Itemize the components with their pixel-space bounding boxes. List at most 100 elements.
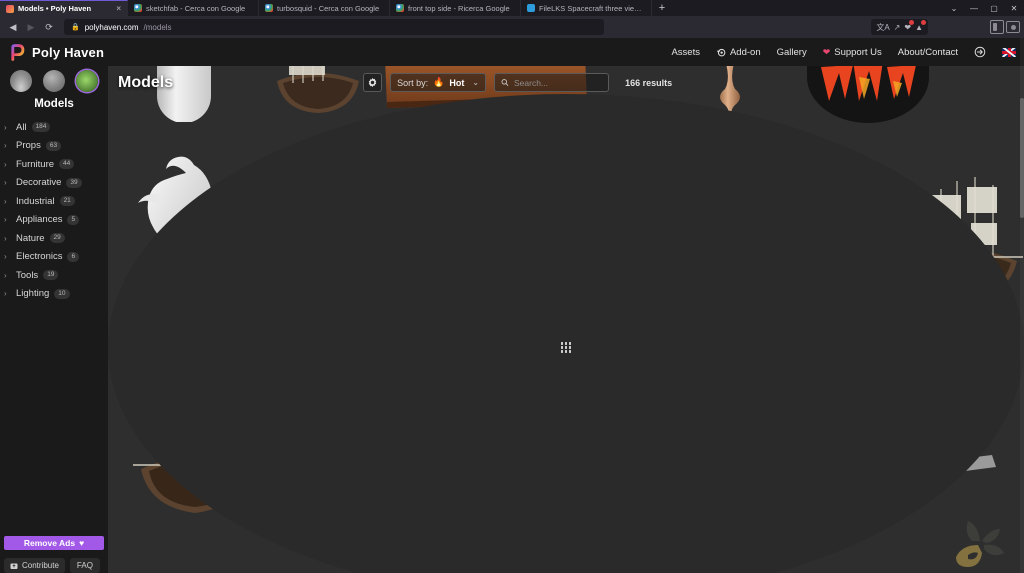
url-host: polyhaven.com (84, 22, 139, 32)
category-label: Appliances (16, 214, 63, 226)
category-count: 5 (67, 214, 80, 225)
asset-type-models[interactable] (75, 70, 98, 92)
nav-addon[interactable]: Add-on (716, 47, 761, 58)
chevron-right-icon: › (4, 178, 7, 188)
contribute-label: Contribute (22, 561, 59, 570)
sidebar-title: Models (34, 98, 74, 110)
chevron-right-icon: › (4, 252, 7, 262)
browser-tab[interactable]: Models • Poly Haven × (0, 0, 128, 16)
chevron-right-icon: › (4, 159, 7, 169)
category-count: 6 (67, 251, 80, 262)
blender-icon (716, 48, 726, 57)
brand-logo-link[interactable]: Poly Haven (0, 43, 105, 61)
new-tab-button[interactable]: + (652, 0, 672, 16)
category-label: Furniture (16, 158, 55, 170)
chevron-right-icon: › (4, 233, 7, 243)
polyhaven-logo-icon (11, 43, 25, 61)
scrollbar-thumb[interactable] (1020, 98, 1024, 218)
login-button[interactable] (974, 46, 986, 58)
nav-gallery[interactable]: Gallery (777, 47, 807, 58)
nav-addon-label: Add-on (729, 46, 761, 58)
nav-support-us[interactable]: ❤ Support Us (823, 47, 882, 58)
language-button[interactable] (1002, 47, 1016, 57)
back-icon[interactable]: ◀ (4, 18, 22, 36)
remove-ads-button[interactable]: Remove Ads ♥ (4, 536, 104, 550)
camera-icon[interactable] (1006, 21, 1020, 33)
browser-toolbar: ◀ ▶ ⟳ 🔒 polyhaven.com /models 文A ↗ ❤ ▲ (0, 16, 1024, 38)
results-count: 166 results (625, 77, 673, 88)
tab-favicon-google-icon (396, 4, 404, 12)
contribute-button[interactable]: Contribute (4, 558, 65, 573)
sidebar-item-industrial[interactable]: › Industrial 21 (4, 192, 108, 211)
tab-close-icon[interactable]: × (112, 4, 121, 13)
category-count: 39 (66, 177, 82, 188)
nav-about-label: About/Contact (897, 46, 958, 58)
category-label: Lighting (16, 288, 50, 300)
upload-icon (10, 563, 18, 569)
address-bar[interactable]: 🔒 polyhaven.com /models (64, 19, 604, 35)
category-label: Decorative (16, 177, 62, 189)
brand-name: Poly Haven (32, 44, 105, 60)
sidebar-item-decorative[interactable]: › Decorative 39 (4, 174, 108, 193)
tab-list-icon[interactable]: ⌄ (944, 0, 964, 16)
page-scrollbar[interactable] (1020, 38, 1024, 573)
chevron-right-icon: › (4, 122, 7, 132)
translate-icon[interactable]: 文A (876, 22, 889, 33)
chevron-right-icon: › (4, 270, 7, 280)
close-icon[interactable]: ✕ (1004, 0, 1024, 16)
browser-window: Models • Poly Haven × sketchfab - Cerca … (0, 0, 1024, 573)
chevron-right-icon: › (4, 196, 7, 206)
alert-ext-icon[interactable]: ▲ (915, 19, 926, 32)
category-count: 19 (43, 270, 59, 281)
nav-assets[interactable]: Assets (671, 47, 700, 58)
browser-tab[interactable]: front top side - Ricerca Google (390, 0, 521, 16)
sort-prefix: Sort by: (397, 77, 429, 88)
reload-icon[interactable]: ⟳ (40, 18, 58, 36)
chevron-right-icon: › (4, 141, 7, 151)
nav-about-contact[interactable]: About/Contact (898, 47, 958, 58)
faq-button[interactable]: FAQ (69, 558, 100, 573)
category-count: 21 (59, 196, 75, 207)
browser-tab[interactable]: FileLKS Spacecraft three views.jpg - Vi (521, 0, 652, 16)
polyhaven-page: Brass Vase 03 9 months ago Rico Cilliers (0, 38, 1024, 573)
login-icon (974, 46, 986, 58)
sidebar-item-props[interactable]: › Props 63 (4, 137, 108, 156)
polyhaven-watermark-icon (956, 521, 1004, 567)
category-label: Electronics (16, 251, 63, 263)
sidebar-icon[interactable] (990, 20, 1004, 34)
sort-dropdown[interactable]: Sort by: 🔥 Hot ⌄ (390, 73, 487, 92)
tab-label: turbosquid - Cerca con Google (277, 3, 380, 13)
minimize-icon[interactable]: — (964, 0, 984, 16)
category-count: 63 (45, 140, 62, 151)
sidebar-item-electronics[interactable]: › Electronics 6 (4, 248, 108, 267)
search-input[interactable] (513, 77, 603, 88)
sidebar-item-furniture[interactable]: › Furniture 44 (4, 155, 108, 174)
browser-tab[interactable]: turbosquid - Cerca con Google (259, 0, 390, 16)
sidebar-item-all[interactable]: › All 184 (4, 118, 108, 137)
sidebar-item-lighting[interactable]: › Lighting 10 (4, 285, 108, 304)
tab-favicon-viewer-icon (527, 4, 535, 12)
extensions-group: 文A ↗ ❤ ▲ (871, 19, 928, 35)
sidebar-footer: Contribute FAQ (4, 558, 100, 573)
asset-type-all[interactable] (108, 94, 1024, 573)
grid-icon (560, 342, 572, 353)
uk-flag-icon (1002, 47, 1016, 57)
sidebar-item-tools[interactable]: › Tools 19 (4, 266, 108, 285)
flame-icon: 🔥 (433, 77, 445, 87)
share-icon[interactable]: ↗ (894, 23, 901, 32)
search-box[interactable] (494, 73, 610, 92)
toolbar-controls: Sort by: 🔥 Hot ⌄ 166 results (363, 73, 672, 92)
sidebar-item-nature[interactable]: › Nature 29 (4, 229, 108, 248)
asset-type-textures[interactable] (42, 70, 65, 92)
tab-label: front top side - Ricerca Google (408, 3, 510, 13)
forward-icon[interactable]: ▶ (22, 18, 40, 36)
heart-ext-icon[interactable]: ❤ (904, 19, 915, 32)
filter-settings-button[interactable] (363, 73, 383, 92)
browser-tab[interactable]: sketchfab - Cerca con Google (128, 0, 259, 16)
lock-icon: 🔒 (71, 24, 80, 31)
maximize-icon[interactable]: ▢ (984, 0, 1004, 16)
sidebar-item-appliances[interactable]: › Appliances 5 (4, 211, 108, 230)
chevron-down-icon: ⌄ (472, 78, 480, 87)
asset-type-hdris[interactable] (10, 70, 33, 92)
page-title: Models (118, 73, 174, 91)
